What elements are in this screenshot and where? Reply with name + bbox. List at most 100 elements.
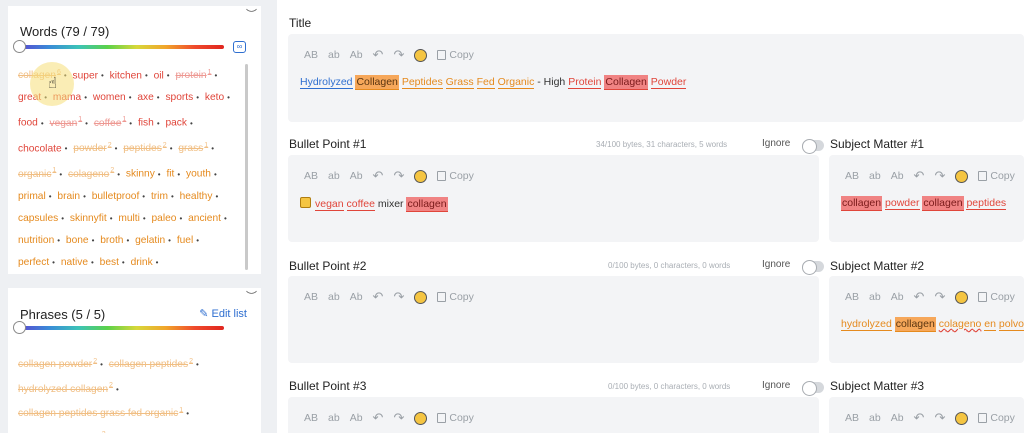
undo-icon[interactable]: ↶ [914,168,925,184]
word-tag[interactable]: peptides2 [123,142,166,154]
ab-uppercase-button[interactable]: AB [845,412,859,424]
subject-2-field[interactable]: AB ab Ab ↶ ↷ Copy hydrolyzed collagen colagen… [829,276,1024,363]
ab-lowercase-button[interactable]: ab [869,412,881,424]
phrase-tag[interactable]: collagen peptides grass fed organic1 [18,407,183,419]
ab-uppercase-button[interactable]: AB [304,291,318,303]
word-tag[interactable]: food [18,118,38,129]
word-tag[interactable]: pack [165,118,187,129]
redo-icon[interactable]: ↷ [393,410,404,426]
phrase-tag[interactable]: collagen powder2 [18,358,97,370]
ab-titlecase-button[interactable]: Ab [891,170,904,182]
ab-titlecase-button[interactable]: Ab [350,291,363,303]
word-tag[interactable]: axe [137,92,153,103]
word-tag[interactable]: super [73,70,98,81]
word-tag[interactable]: women [93,92,126,103]
undo-icon[interactable]: ↶ [914,289,925,305]
undo-icon[interactable]: ↶ [373,289,384,305]
ab-lowercase-button[interactable]: ab [869,170,881,182]
word-tag[interactable]: skinny [126,169,155,180]
bullet-1-text[interactable]: vegan coffee mixer collagen [300,197,448,212]
subject-1-text[interactable]: collagen powder collagen peptides [841,196,1007,211]
word-tag[interactable]: fit [166,169,174,180]
bullet-3-ignore-toggle[interactable] [802,381,824,396]
ab-uppercase-button[interactable]: AB [845,170,859,182]
copy-button[interactable]: Copy [978,170,1015,182]
ab-uppercase-button[interactable]: AB [304,412,318,424]
copy-button[interactable]: Copy [437,170,474,182]
word-tag[interactable]: youth [186,169,211,180]
words-frequency-slider[interactable] [20,45,224,49]
edit-list-button[interactable]: ✎ Edit list [199,307,247,320]
word-tag[interactable]: bone [66,235,89,246]
copy-button[interactable]: Copy [978,412,1015,424]
word-tag[interactable]: skinnyfit [70,213,107,224]
word-tag[interactable]: chocolate [18,143,62,154]
word-tag[interactable]: protein1 [175,69,211,81]
word-tag[interactable]: grass1 [178,142,208,154]
copy-button[interactable]: Copy [437,49,474,61]
word-tag[interactable]: powder2 [73,142,111,154]
word-tag[interactable]: best [100,257,119,268]
ab-uppercase-button[interactable]: AB [304,49,318,61]
word-tag[interactable]: organic1 [18,167,56,179]
word-tag[interactable]: drink [131,257,153,268]
slider-knob[interactable] [13,321,26,334]
ab-lowercase-button[interactable]: ab [328,291,340,303]
word-tag[interactable]: multi [118,213,140,224]
ab-lowercase-button[interactable]: ab [328,170,340,182]
copy-button[interactable]: Copy [978,291,1015,303]
ab-uppercase-button[interactable]: AB [304,170,318,182]
scrollbar[interactable] [245,64,248,270]
word-tag[interactable]: brain [57,191,80,202]
emoji-icon[interactable] [955,290,969,304]
slider-knob[interactable] [13,40,26,53]
undo-icon[interactable]: ↶ [373,410,384,426]
bullet-1-field[interactable]: AB ab Ab ↶ ↷ Copy vegan coffee mixer collagen [288,155,819,242]
word-tag[interactable]: capsules [18,213,58,224]
title-field[interactable]: AB ab Ab ↶ ↷ Copy Hydrolyzed Collagen Peptide… [288,34,1024,122]
ab-uppercase-button[interactable]: AB [845,291,859,303]
word-tag[interactable]: perfect [18,257,49,268]
word-tag[interactable]: healthy [180,191,213,202]
bullet-2-ignore-toggle[interactable] [802,260,824,275]
ab-titlecase-button[interactable]: Ab [350,412,363,424]
collapse-icon[interactable]: ︶ [246,6,257,22]
subject-3-field[interactable]: AB ab Ab ↶ ↷ Copy [829,397,1024,433]
emoji-icon[interactable] [955,411,969,425]
word-tag[interactable]: paleo [152,213,177,224]
bullet-1-ignore-toggle[interactable] [802,139,824,154]
word-tag[interactable]: sports [165,92,193,103]
phrases-frequency-slider[interactable] [20,326,224,330]
word-tag[interactable]: broth [100,235,123,246]
word-tag[interactable]: coffee1 [94,116,126,128]
word-tag[interactable]: gelatin [135,235,165,246]
link-icon[interactable]: ∞ [233,41,246,53]
phrase-tag[interactable]: collagen peptides2 [109,358,193,370]
title-text[interactable]: Hydrolyzed Collagen Peptides Grass Fed O… [300,75,687,90]
subject-2-text[interactable]: hydrolyzed collagen colageno en polvo [841,317,1024,332]
collapse-icon[interactable]: ︶ [246,288,257,304]
emoji-icon[interactable] [414,411,428,425]
redo-icon[interactable]: ↷ [393,289,404,305]
undo-icon[interactable]: ↶ [914,410,925,426]
subject-1-field[interactable]: AB ab Ab ↶ ↷ Copy collagen powder collagen pe… [829,155,1024,242]
emoji-icon[interactable] [414,290,428,304]
word-tag[interactable]: trim [151,191,168,202]
ab-lowercase-button[interactable]: ab [869,291,881,303]
word-tag[interactable]: oil [154,70,164,81]
bullet-3-field[interactable]: AB ab Ab ↶ ↷ Copy [288,397,819,433]
undo-icon[interactable]: ↶ [373,47,384,63]
phrase-tag[interactable]: hydrolyzed collagen2 [18,382,113,394]
word-tag[interactable]: nutrition [18,235,54,246]
ab-titlecase-button[interactable]: Ab [891,412,904,424]
undo-icon[interactable]: ↶ [373,168,384,184]
word-tag[interactable]: bulletproof [92,191,140,202]
word-tag[interactable]: native [61,257,88,268]
redo-icon[interactable]: ↷ [934,410,945,426]
copy-button[interactable]: Copy [437,412,474,424]
word-tag[interactable]: fish [138,118,154,129]
word-tag[interactable]: vegan1 [49,116,82,128]
redo-icon[interactable]: ↷ [934,168,945,184]
bullet-2-field[interactable]: AB ab Ab ↶ ↷ Copy [288,276,819,363]
copy-button[interactable]: Copy [437,291,474,303]
